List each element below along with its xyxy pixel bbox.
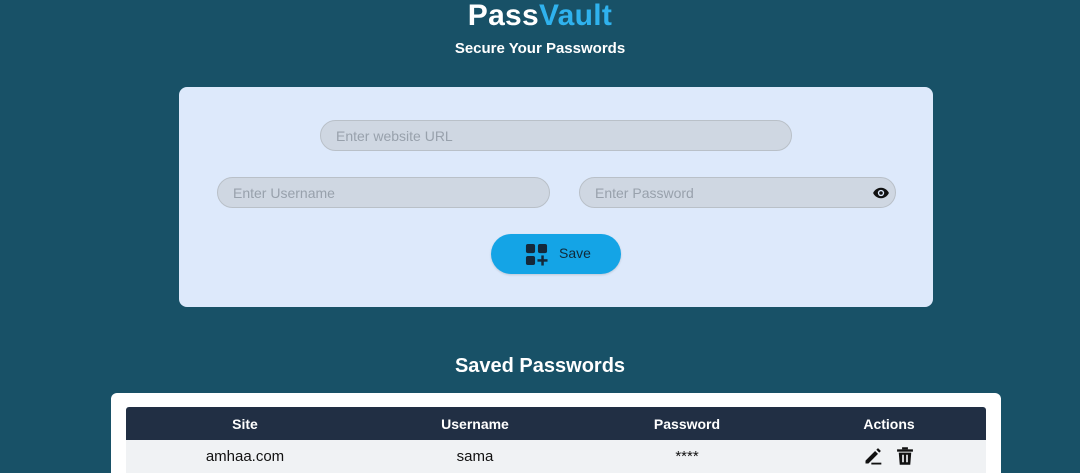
table-row: amhaa.com sama **** bbox=[126, 440, 986, 473]
password-field-wrapper bbox=[579, 177, 896, 208]
brand-part-vault: Vault bbox=[539, 0, 613, 32]
tagline: Secure Your Passwords bbox=[454, 40, 626, 57]
row-actions bbox=[780, 436, 998, 473]
save-button[interactable]: Save bbox=[491, 234, 621, 274]
saved-passwords-table: Site Username Password Actions amhaa.com… bbox=[111, 393, 1001, 473]
row-site[interactable]: amhaa.com bbox=[136, 436, 354, 473]
delete-icon[interactable] bbox=[895, 446, 915, 466]
row-username: sama bbox=[456, 447, 494, 465]
brand-part-pass: Pass bbox=[467, 0, 540, 32]
save-button-label: Save bbox=[559, 245, 591, 261]
eye-icon[interactable] bbox=[872, 184, 890, 202]
website-url-input[interactable] bbox=[320, 120, 792, 151]
saved-passwords-title: Saved Passwords bbox=[454, 355, 626, 377]
password-input[interactable] bbox=[579, 177, 896, 208]
password-form-card: Save bbox=[179, 87, 933, 307]
add-grid-icon bbox=[525, 243, 548, 266]
brand-logo: PassVault bbox=[0, 0, 1080, 31]
username-input[interactable] bbox=[217, 177, 550, 208]
page: PassVault Secure Your Passwords Save Sav… bbox=[0, 0, 1080, 473]
row-password: **** bbox=[675, 447, 699, 465]
edit-icon[interactable] bbox=[863, 446, 883, 466]
